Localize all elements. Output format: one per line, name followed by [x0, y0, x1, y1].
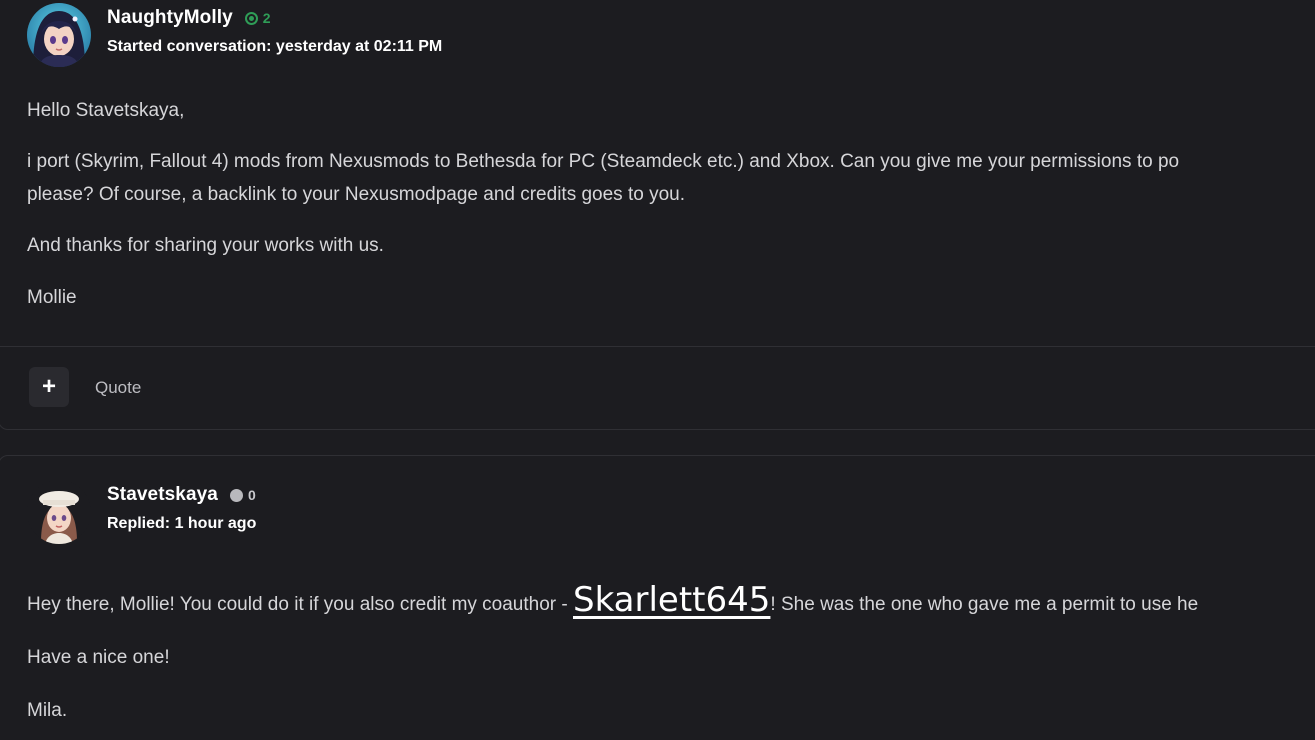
- beret-girl-avatar-icon: [27, 480, 91, 544]
- message-divider: [0, 346, 1315, 347]
- reply-text-after: ! She was the one who gave me a permit t…: [770, 594, 1199, 615]
- reply-text-before: Hey there, Mollie! You could do it if yo…: [27, 594, 573, 615]
- message-header: Stavetskaya 0 Replied: 1 hour ago: [27, 480, 256, 544]
- message-paragraph: And thanks for sharing your works with u…: [27, 235, 384, 256]
- reputation-count: 2: [262, 10, 271, 26]
- green-ring-icon: [244, 11, 258, 25]
- message-paragraph: Hello Stavetskaya,: [27, 100, 185, 121]
- message-meta: NaughtyMolly 2 Started conversation: yes…: [107, 3, 442, 56]
- add-reaction-button[interactable]: +: [29, 367, 69, 407]
- message-paragraph: Mila.: [27, 700, 68, 721]
- message-timestamp: Replied: 1 hour ago: [107, 515, 257, 532]
- message-body: Hey there, Mollie! You could do it if yo…: [27, 583, 1315, 727]
- username[interactable]: Stavetskaya: [107, 484, 218, 506]
- message-paragraph: please? Of course, a backlink to your Ne…: [27, 184, 685, 205]
- message-card-1: NaughtyMolly 2 Started conversation: yes…: [0, 0, 1315, 430]
- coauthor-link[interactable]: Skarlett645: [573, 580, 770, 620]
- message-paragraph: Mollie: [27, 287, 77, 308]
- message-paragraph: i port (Skyrim, Fallout 4) mods from Nex…: [27, 151, 1180, 172]
- message-timestamp: Started conversation: yesterday at 02:11…: [107, 38, 443, 55]
- message-card-2: Stavetskaya 0 Replied: 1 hour ago Hey th…: [0, 455, 1315, 740]
- anime-girl-avatar-icon: [27, 3, 91, 67]
- message-meta: Stavetskaya 0 Replied: 1 hour ago: [107, 480, 256, 533]
- conversation-page: NaughtyMolly 2 Started conversation: yes…: [0, 0, 1315, 740]
- user-avatar[interactable]: [27, 3, 91, 67]
- username[interactable]: NaughtyMolly: [107, 7, 233, 29]
- reputation-badge: 0: [229, 487, 256, 503]
- quote-button[interactable]: Quote: [95, 378, 141, 398]
- grey-dot-icon: [229, 488, 243, 502]
- message-paragraph: Have a nice one!: [27, 647, 170, 668]
- message-body: Hello Stavetskaya, i port (Skyrim, Fallo…: [27, 94, 1315, 314]
- reputation-badge: 2: [244, 10, 271, 26]
- user-avatar[interactable]: [27, 480, 91, 544]
- message-header: NaughtyMolly 2 Started conversation: yes…: [27, 3, 442, 67]
- message-paragraph: Hey there, Mollie! You could do it if yo…: [27, 583, 1315, 621]
- reputation-count: 0: [247, 487, 256, 503]
